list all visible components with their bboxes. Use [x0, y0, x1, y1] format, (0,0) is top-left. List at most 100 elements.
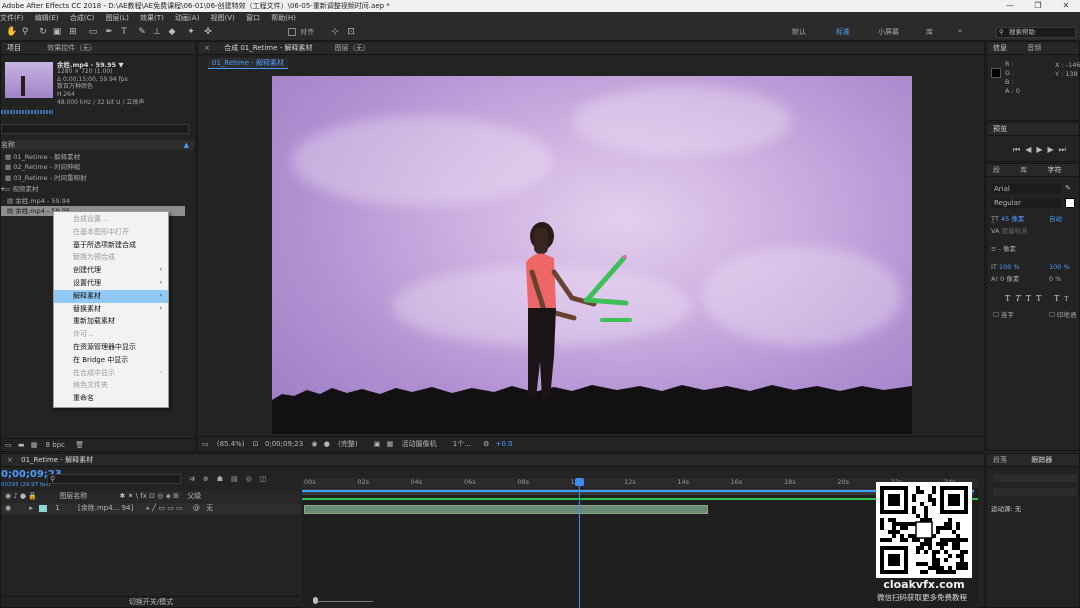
playhead-handle[interactable]	[575, 478, 585, 486]
menu-view[interactable]: 视图(V)	[211, 14, 235, 22]
new-folder-icon[interactable]: ▬	[18, 441, 25, 449]
layer-row[interactable]: ◉ ▸ 1 [余姓.mp4... 94] ⚹ ╱ ▭ ▭ ▭ @ 无	[1, 503, 301, 514]
context-menu-item[interactable]: 许可...	[54, 328, 168, 341]
zoom-tool-icon[interactable]: ⚲	[20, 27, 30, 37]
region-icon[interactable]: ▣	[374, 440, 381, 448]
pen-tool-icon[interactable]: ✒	[104, 27, 114, 37]
frame-blend-icon[interactable]: ▤	[231, 475, 246, 483]
help-search-input[interactable]: ⚲ 搜索帮助	[996, 27, 1076, 38]
layer-switch-icons[interactable]: ⚹ ╱ ▭ ▭ ▭	[145, 504, 182, 512]
layer-search-input[interactable]: ⚲	[47, 474, 181, 484]
tab-info[interactable]: 信息	[993, 44, 1007, 52]
snap-center-icon[interactable]: ⊡	[346, 27, 356, 37]
camera-dropdown[interactable]: 活动摄像机	[402, 440, 437, 448]
tab-preview[interactable]: 预览	[993, 125, 1007, 133]
menu-help[interactable]: 帮助(H)	[271, 14, 296, 22]
stroke-width-field[interactable]: ≡ - 像素	[991, 244, 1016, 254]
rect-tool-icon[interactable]: ▭	[88, 27, 98, 37]
pickwhip-icon[interactable]: @	[193, 504, 200, 512]
eraser-tool-icon[interactable]: ◆	[167, 27, 177, 37]
col-name[interactable]: 名称	[1, 141, 15, 149]
tab-timeline-comp[interactable]: 01_Retime - 解释素材	[21, 456, 93, 464]
font-size-field[interactable]: T̲T 45 像素	[991, 214, 1024, 224]
context-menu-item[interactable]: 在合成中显示 ›	[54, 367, 168, 380]
layer-label-color[interactable]	[39, 504, 48, 512]
zoom-dropdown[interactable]: (85.4%)	[217, 440, 245, 448]
layer-name[interactable]: [余姓.mp4... 94]	[78, 504, 133, 512]
brush-tool-icon[interactable]: ✎	[137, 27, 147, 37]
tab-project[interactable]: 项目	[7, 44, 21, 52]
snap-checkbox[interactable]	[288, 28, 296, 36]
context-menu-item[interactable]: 在资源管理器中显示	[54, 341, 168, 354]
leading-field[interactable]: 自动	[1049, 214, 1062, 224]
puppet-tool-icon[interactable]: ✜	[203, 27, 213, 37]
views-dropdown[interactable]: 1个...	[453, 440, 471, 448]
font-style-dropdown[interactable]: Regular	[991, 198, 1061, 208]
pan-behind-tool-icon[interactable]: ⊞	[68, 27, 78, 37]
menu-window[interactable]: 窗口	[246, 14, 260, 22]
col-parent[interactable]: 父级	[187, 492, 201, 500]
graph-editor-icon[interactable]: ◫	[260, 475, 275, 483]
fill-color-swatch[interactable]	[1065, 198, 1075, 208]
interpret-footage-icon[interactable]: ▭	[5, 441, 12, 449]
context-menu-item[interactable]: 基于所选项新建合成	[54, 239, 168, 252]
always-preview-icon[interactable]: ▭	[202, 440, 209, 448]
motion-blur-icon[interactable]: ◎	[246, 475, 260, 483]
transparency-grid-icon[interactable]: ▦	[387, 440, 394, 448]
menu-animation[interactable]: 动画(A)	[175, 14, 199, 22]
bpc-label[interactable]: 8 bpc	[46, 441, 65, 449]
text-style-buttons[interactable]: TTTT TT	[1005, 294, 1073, 303]
tracking-field[interactable]: VA 度量标准	[991, 226, 1028, 236]
context-menu-item[interactable]: 创建代理 ›	[54, 264, 168, 277]
project-item-folder[interactable]: ▾▭ 视频素材	[1, 184, 38, 194]
trash-icon[interactable]: 🗑	[75, 441, 84, 449]
camera-tool-icon[interactable]: ▣	[52, 27, 62, 37]
minimize-button[interactable]: —	[996, 0, 1024, 12]
parent-dropdown[interactable]: 无	[206, 504, 213, 512]
menu-composition[interactable]: 合成(C)	[70, 14, 94, 22]
last-frame-icon[interactable]: ⏭	[1059, 145, 1071, 154]
resolution-dropdown[interactable]: (完整)	[338, 440, 357, 448]
snapshot-icon[interactable]: ◉	[311, 440, 317, 448]
exposure-value[interactable]: +0.0	[496, 440, 513, 448]
tsume-field[interactable]: 0 %	[1049, 274, 1061, 284]
hand-tool-icon[interactable]: ✋	[6, 27, 17, 37]
tracker-button-disabled[interactable]	[993, 488, 1077, 496]
project-search-input[interactable]	[1, 124, 189, 134]
tab-layer[interactable]: 图层（无）	[335, 44, 370, 52]
context-menu-item[interactable]: 重命名	[54, 392, 168, 405]
hindi-digits-checkbox[interactable]: ☐ 印地语	[1049, 310, 1076, 320]
vertical-scale-field[interactable]: IT 100 %	[991, 262, 1020, 272]
toggle-switches-modes[interactable]: 切换开关/模式	[1, 596, 301, 608]
close-tab-icon[interactable]: ×	[7, 456, 13, 464]
maximize-button[interactable]: ❐	[1024, 0, 1052, 12]
fast-preview-icon[interactable]: ⚙	[483, 440, 489, 448]
motion-source-field[interactable]: 运动源: 无	[991, 504, 1021, 514]
baseline-shift-field[interactable]: A! 0 像素	[991, 274, 1019, 284]
comp-breadcrumb[interactable]: 01_Retime - 解释素材	[208, 58, 289, 69]
project-item-comp-3[interactable]: ▦ 03_Retime - 时间重映射	[5, 173, 87, 183]
workspace-library[interactable]: 库	[926, 27, 933, 37]
video-frame[interactable]	[272, 76, 912, 434]
font-family-dropdown[interactable]: Arial	[991, 184, 1061, 194]
comp-flowchart-icon[interactable]: ⇉	[189, 475, 203, 483]
workspace-standard[interactable]: 标准	[836, 27, 850, 37]
tracker-button-disabled[interactable]	[993, 474, 1077, 482]
tab-effect-controls[interactable]: 效果控件（无）	[47, 44, 96, 52]
play-icon[interactable]: ▶	[1036, 145, 1047, 154]
close-tab-icon[interactable]: ×	[204, 44, 210, 52]
fit-icon[interactable]: ⊡	[253, 440, 259, 448]
tab-character[interactable]: 字符	[1047, 166, 1061, 174]
shy-icon[interactable]: ☗	[217, 475, 231, 483]
context-menu-item[interactable]: 重新加载素材	[54, 315, 168, 328]
menu-file[interactable]: 文件(F)	[0, 14, 24, 22]
visibility-icon[interactable]: ◉	[5, 504, 11, 512]
clone-tool-icon[interactable]: ⊥	[152, 27, 162, 37]
roto-tool-icon[interactable]: ✦	[186, 27, 196, 37]
rotate-tool-icon[interactable]: ↻	[38, 27, 48, 37]
ligature-checkbox[interactable]: ☐ 连字	[993, 310, 1014, 320]
playhead[interactable]	[575, 478, 585, 608]
prev-frame-icon[interactable]: ◀	[1025, 145, 1036, 154]
tab-audio[interactable]: 音频	[1027, 44, 1041, 52]
project-item-comp-1[interactable]: ▦ 01_Retime - 解释素材	[5, 152, 80, 162]
